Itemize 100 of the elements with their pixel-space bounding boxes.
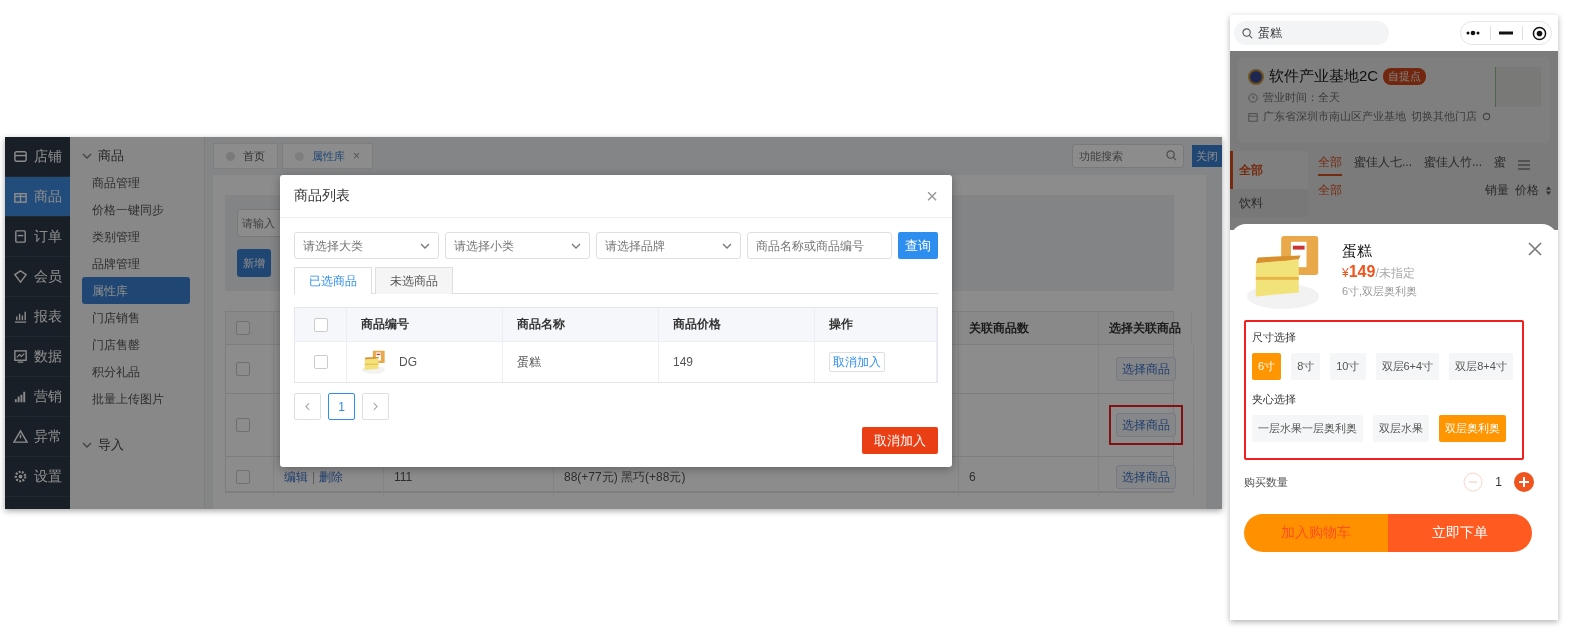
add-button[interactable]: 新增 xyxy=(237,249,271,277)
delete-link[interactable]: 删除 xyxy=(319,468,344,486)
option-chip[interactable]: 一层水果一层奥利奥 xyxy=(1252,415,1363,442)
edit-link[interactable]: 编辑 xyxy=(284,468,308,486)
table-cell: 6 xyxy=(969,470,976,484)
more-icon[interactable] xyxy=(1465,30,1482,36)
category-tab[interactable]: 蜜 xyxy=(1494,154,1507,176)
checkbox[interactable] xyxy=(313,355,328,369)
search-field[interactable]: 商品名称或商品编号 xyxy=(747,232,892,259)
page-button[interactable]: 1 xyxy=(328,393,355,420)
submenu-item[interactable]: 商品管理 xyxy=(82,169,190,196)
tab[interactable]: 已选商品 xyxy=(294,267,372,294)
column-header: 选择关联商品 xyxy=(1109,319,1181,337)
function-search-field[interactable]: 功能搜索 xyxy=(1072,144,1184,168)
column-header: 商品名称 xyxy=(517,316,565,333)
next-page-button[interactable] xyxy=(362,393,389,420)
menu-group-label[interactable]: 导入 xyxy=(98,436,124,454)
store-name: 软件产业基地2C xyxy=(1269,67,1379,86)
category-tab[interactable]: 全部 xyxy=(1318,154,1342,176)
select-field[interactable]: 请选择小类 xyxy=(445,232,590,259)
select-field[interactable]: 请选择品牌 xyxy=(596,232,741,259)
clipboard-icon xyxy=(13,229,28,244)
product-price: ¥149/未指定 xyxy=(1342,263,1416,282)
page-tab[interactable]: 属性库 × xyxy=(282,143,373,169)
chevron-left-icon xyxy=(305,402,310,411)
close-button[interactable]: 关闭 xyxy=(1192,145,1222,167)
sidebar-item[interactable]: 商品 xyxy=(5,177,70,217)
category-tab[interactable]: 蜜佳人竹... xyxy=(1424,154,1483,176)
diamond-icon xyxy=(13,269,28,284)
column-header: 商品编号 xyxy=(361,316,409,333)
submenu-item[interactable]: 品牌管理 xyxy=(82,250,190,277)
minimize-icon[interactable] xyxy=(1499,31,1514,35)
checkbox[interactable] xyxy=(236,321,250,335)
checkbox[interactable] xyxy=(236,470,250,484)
column-header: 商品价格 xyxy=(673,316,721,333)
query-button[interactable]: 查询 xyxy=(898,232,938,259)
previous-page-button[interactable] xyxy=(294,393,321,420)
sort-icon[interactable] xyxy=(1545,184,1552,196)
buy-now-button[interactable]: 立即下单 xyxy=(1388,514,1532,552)
option-chip[interactable]: 10寸 xyxy=(1330,353,1366,380)
table-cell: DG xyxy=(399,355,417,369)
page-tab[interactable]: 首页 xyxy=(213,143,278,169)
clock-icon xyxy=(1248,92,1258,103)
select-goods-button[interactable]: 选择商品 xyxy=(1116,357,1176,381)
submenu-item[interactable]: 门店销售 xyxy=(82,304,190,331)
menu-icon[interactable] xyxy=(1518,160,1531,170)
map-placeholder xyxy=(1495,67,1541,107)
submenu-item[interactable]: 积分礼品 xyxy=(82,358,190,385)
chevron-down-icon xyxy=(82,153,92,159)
checkbox[interactable] xyxy=(313,317,328,332)
category-item[interactable]: 全部 xyxy=(1230,151,1308,189)
monitor-chart-icon xyxy=(13,349,28,364)
plus-icon[interactable] xyxy=(1514,472,1534,492)
submenu-item[interactable]: 门店售罄 xyxy=(82,331,190,358)
option-chip[interactable]: 双层6+4寸 xyxy=(1375,353,1440,380)
cancel-add-button[interactable]: 取消加入 xyxy=(862,427,938,454)
quantity-value: 1 xyxy=(1495,475,1502,489)
menu-group-label[interactable]: 商品 xyxy=(98,147,124,165)
table-cell: 88(+77元) 黑巧(+88元) xyxy=(564,468,686,486)
option-chip[interactable]: 双层奥利奥 xyxy=(1439,415,1506,442)
signal-bars-icon xyxy=(13,389,28,404)
option-chip[interactable]: 双层水果 xyxy=(1373,415,1429,442)
option-group-title: 尺寸选择 xyxy=(1252,330,1297,345)
remove-button[interactable]: 取消加入 xyxy=(829,352,885,372)
submenu-item[interactable]: 属性库 xyxy=(82,277,190,304)
search-icon xyxy=(1166,150,1177,161)
store-logo-icon xyxy=(1248,68,1264,85)
category-tab[interactable]: 蜜佳人七... xyxy=(1354,154,1412,176)
separator-text: | xyxy=(312,470,316,484)
option-chip[interactable]: 双层8+4寸 xyxy=(1449,353,1513,380)
gear-icon xyxy=(13,469,28,484)
product-name: 蛋糕 xyxy=(1342,242,1373,261)
shop-icon xyxy=(1248,111,1258,122)
sort-option[interactable]: 销量 xyxy=(1485,181,1509,199)
select-goods-button[interactable]: 选择商品 xyxy=(1116,413,1176,437)
submenu-item[interactable]: 类别管理 xyxy=(82,223,190,250)
checkbox[interactable] xyxy=(236,418,250,432)
submenu-item[interactable]: 价格一键同步 xyxy=(82,196,190,223)
subcategory-label[interactable]: 全部 xyxy=(1318,181,1342,199)
select-goods-button[interactable]: 选择商品 xyxy=(1116,465,1176,489)
option-chip[interactable]: 6寸 xyxy=(1252,353,1282,380)
select-field[interactable]: 请选择大类 xyxy=(294,232,439,259)
pickup-badge: 自提点 xyxy=(1383,68,1427,85)
column-header: 关联商品数 xyxy=(969,319,1029,337)
warning-icon xyxy=(13,429,28,444)
chevron-down-icon xyxy=(420,243,430,249)
chevron-down-icon xyxy=(571,243,581,249)
sort-option[interactable]: 价格 xyxy=(1515,181,1539,199)
tab[interactable]: 未选商品 xyxy=(375,267,453,294)
search-field[interactable]: 蛋糕 xyxy=(1234,21,1389,45)
chevron-right-icon xyxy=(373,402,378,411)
submenu-item[interactable]: 批量上传图片 xyxy=(82,385,190,412)
shop-icon xyxy=(13,149,28,164)
business-hours: 营业时间：全天 xyxy=(1263,90,1340,105)
option-chip[interactable]: 8寸 xyxy=(1291,353,1321,380)
switch-store-link[interactable]: 切换其他门店 xyxy=(1411,109,1477,124)
close-button[interactable]: × xyxy=(926,184,938,208)
checkbox[interactable] xyxy=(236,362,250,376)
dialog-title: 商品列表 xyxy=(294,187,350,205)
target-icon[interactable] xyxy=(1531,25,1547,41)
